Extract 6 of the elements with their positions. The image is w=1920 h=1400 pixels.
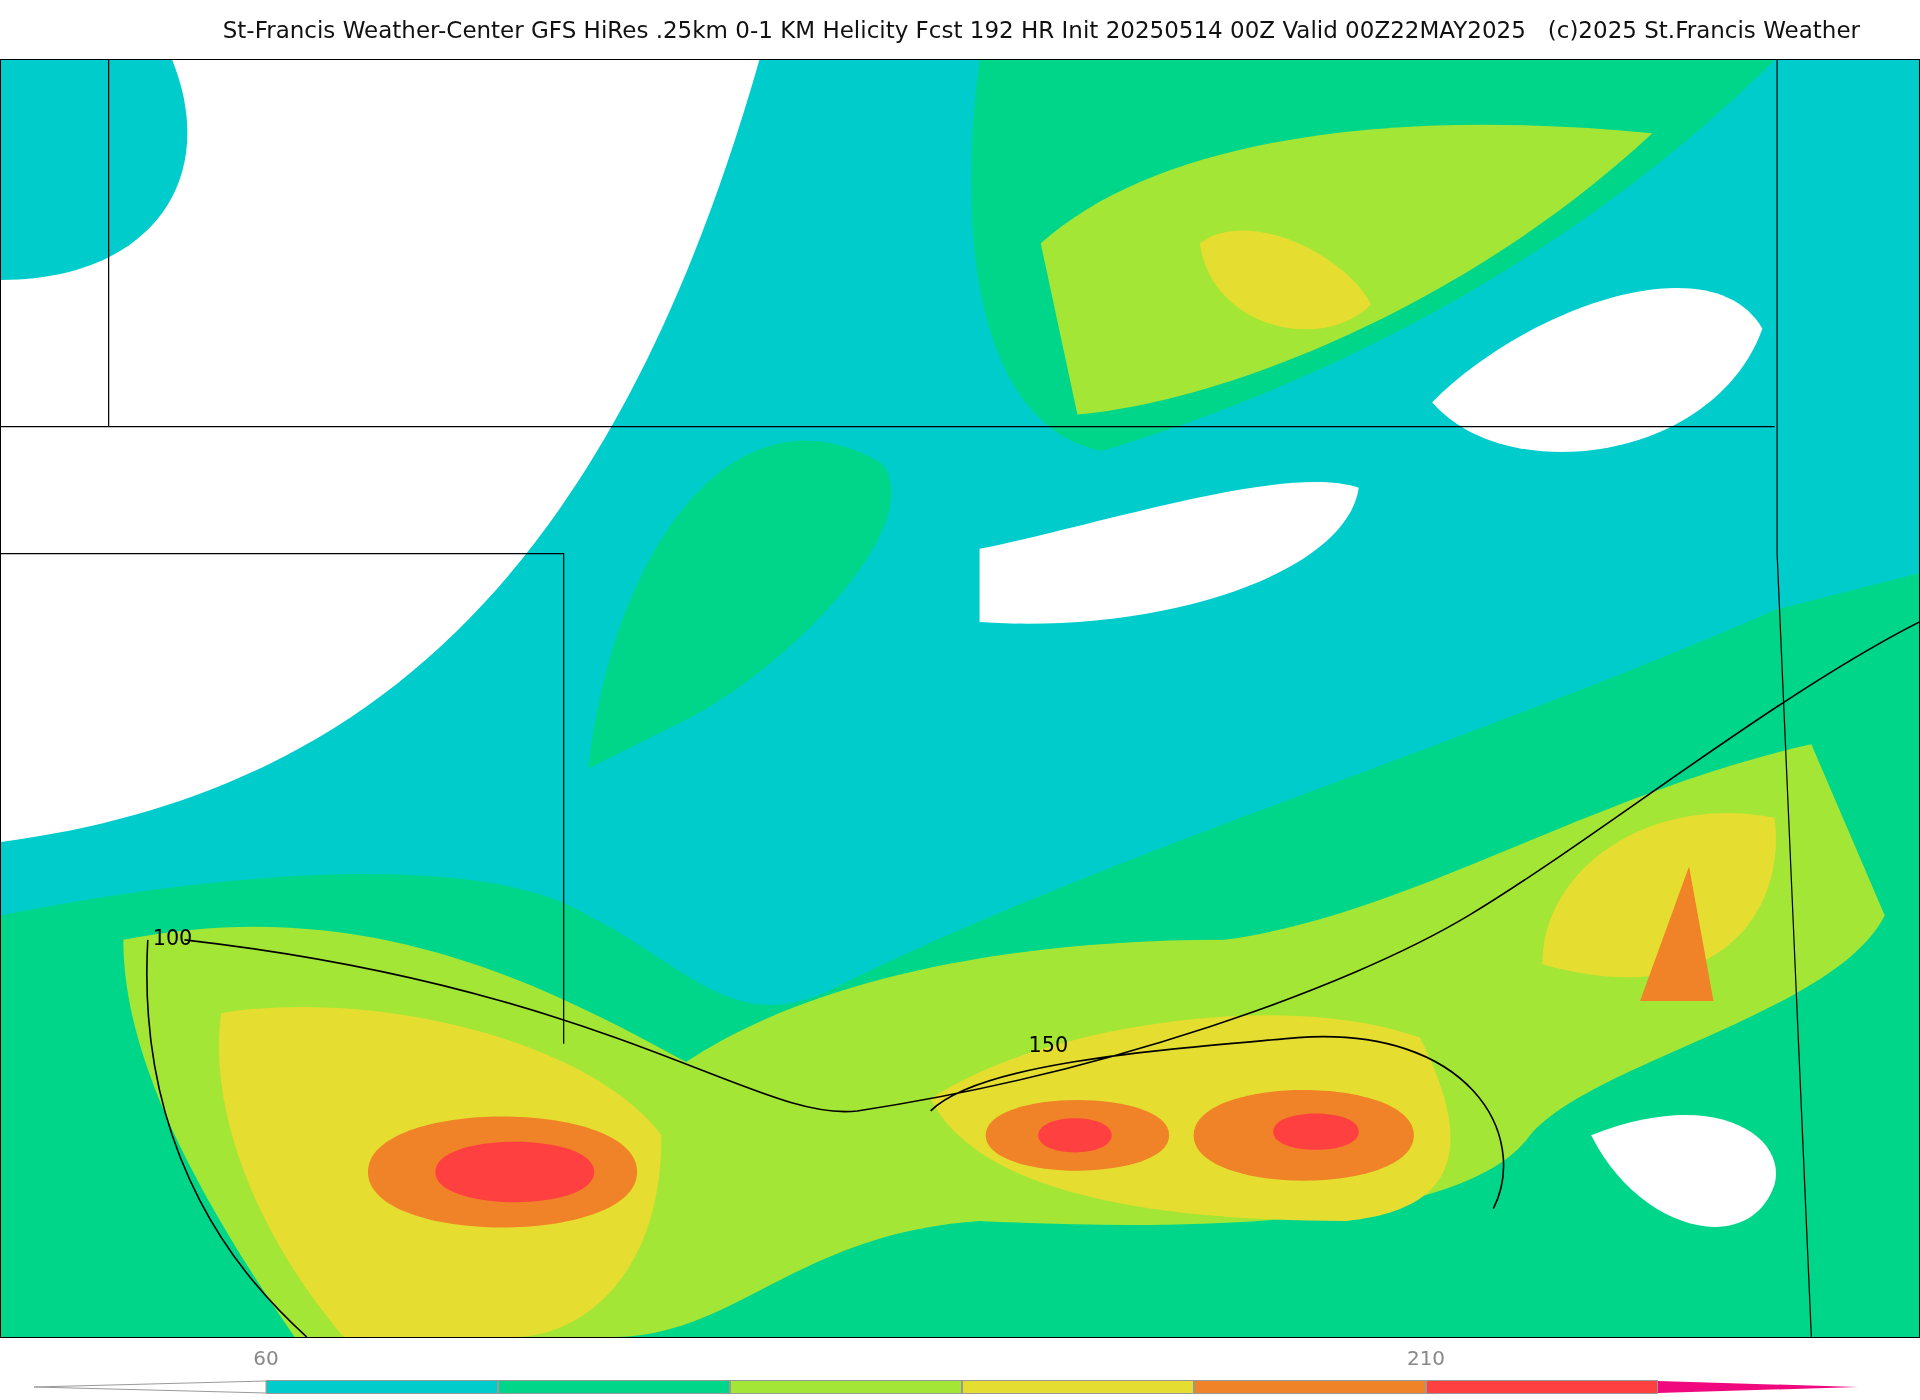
contour-label: 150 bbox=[1028, 1033, 1069, 1058]
colorbar-tick-label: 60 bbox=[253, 1346, 279, 1370]
colorbar-tick-label: 210 bbox=[1406, 1346, 1446, 1370]
map-title: St-Francis Weather-Center GFS HiRes .25km 0-1 KM Helicity Fcst 192 HR Init 20250514 00Z Valid 00Z22MAY2025 bbox=[222, 16, 1526, 43]
copyright-text: (c)2025 St.Francis Weather bbox=[1547, 16, 1860, 43]
contour-label: 100 bbox=[152, 925, 193, 950]
